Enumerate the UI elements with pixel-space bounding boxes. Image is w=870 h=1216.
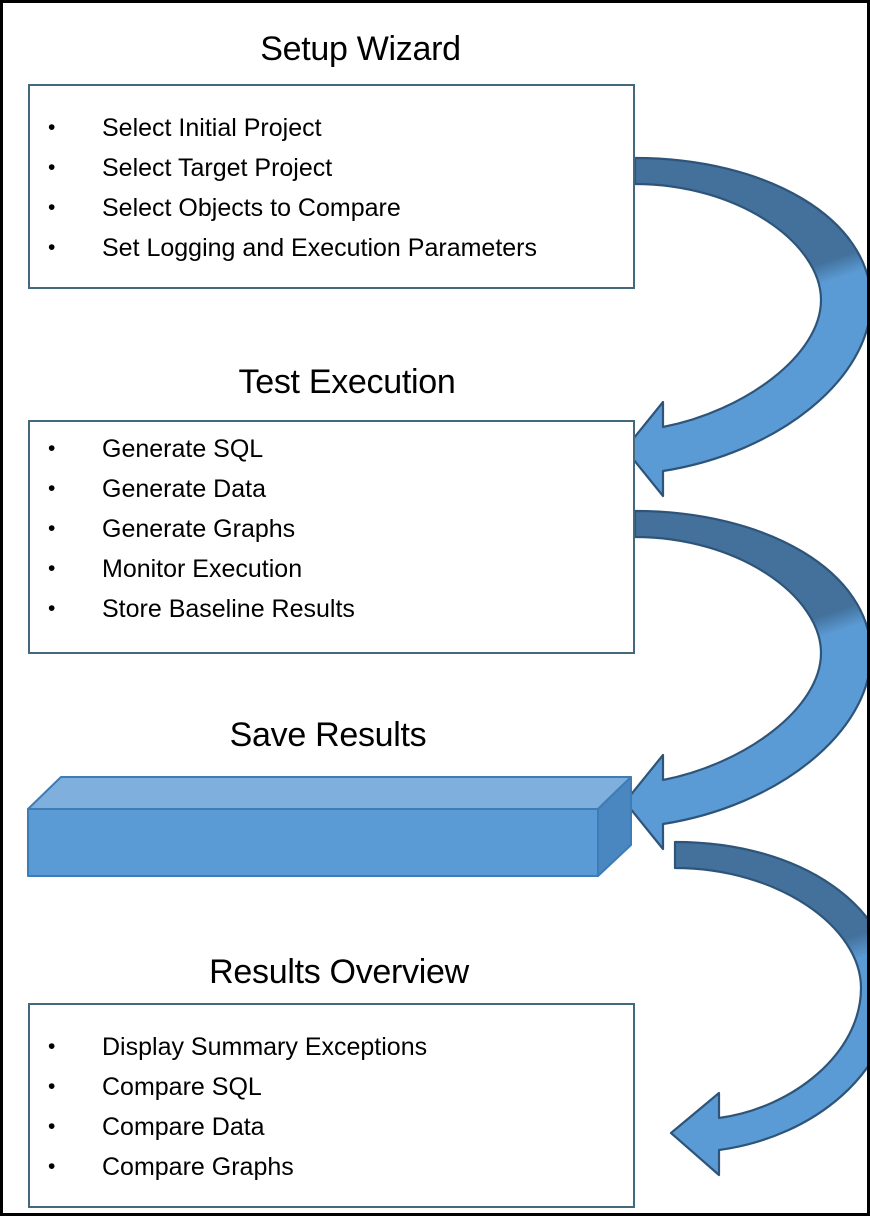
arrow-setup-to-test: [623, 156, 867, 498]
arrow-save-to-results: [669, 840, 867, 1177]
bullet-list-setup-wizard: Select Initial Project Select Target Pro…: [30, 108, 633, 268]
list-item: Select Initial Project: [30, 108, 633, 148]
bullet-list-results-overview: Display Summary Exceptions Compare SQL C…: [30, 1027, 633, 1187]
section-title-test-execution: Test Execution: [238, 363, 456, 401]
list-item: Compare Data: [30, 1107, 633, 1147]
panel-setup-wizard: Select Initial Project Select Target Pro…: [28, 84, 635, 289]
save-results-bar: [27, 776, 632, 877]
panel-test-execution: Generate SQL Generate Data Generate Grap…: [28, 420, 635, 654]
list-item: Set Logging and Execution Parameters: [30, 228, 633, 268]
list-item: Generate Data: [30, 469, 633, 509]
bar-top-face: [27, 776, 632, 810]
bullet-list-test-execution: Generate SQL Generate Data Generate Grap…: [30, 429, 633, 629]
list-item: Monitor Execution: [30, 549, 633, 589]
section-title-save-results: Save Results: [229, 716, 427, 754]
list-item: Generate Graphs: [30, 509, 633, 549]
panel-results-overview: Display Summary Exceptions Compare SQL C…: [28, 1003, 635, 1208]
section-title-setup-wizard: Setup Wizard: [260, 30, 461, 68]
list-item: Generate SQL: [30, 429, 633, 469]
list-item: Compare SQL: [30, 1067, 633, 1107]
list-item: Compare Graphs: [30, 1147, 633, 1187]
arrow-test-to-save: [623, 509, 867, 851]
bar-front-face: [27, 808, 599, 877]
diagram-canvas: Setup Wizard Select Initial Project Sele…: [0, 0, 870, 1216]
list-item: Select Target Project: [30, 148, 633, 188]
list-item: Display Summary Exceptions: [30, 1027, 633, 1067]
list-item: Select Objects to Compare: [30, 188, 633, 228]
section-title-results-overview: Results Overview: [209, 953, 469, 991]
list-item: Store Baseline Results: [30, 589, 633, 629]
